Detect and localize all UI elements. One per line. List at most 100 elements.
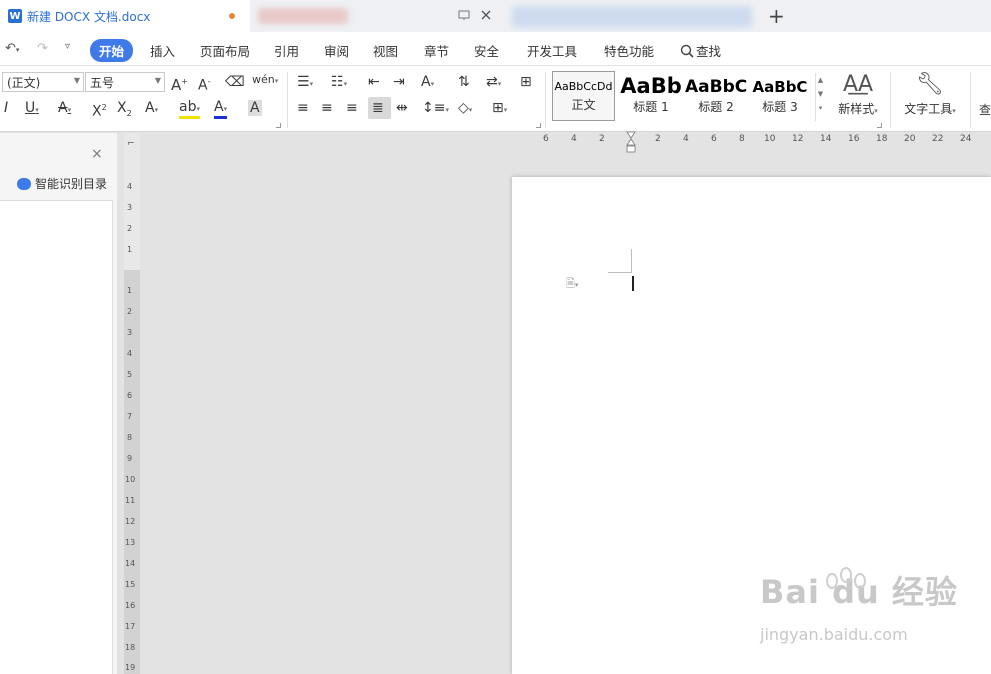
new-tab-button[interactable]: + bbox=[768, 4, 785, 28]
divider bbox=[890, 72, 891, 128]
chevron-down-icon[interactable]: ▼ bbox=[816, 87, 825, 101]
margin-corner-mark bbox=[608, 272, 632, 273]
font-name-value: (正文) bbox=[7, 76, 41, 90]
font-color-icon[interactable]: A▾ bbox=[214, 100, 228, 119]
borders-icon[interactable]: ⊞▾ bbox=[492, 100, 507, 118]
ruler-label: 13 bbox=[125, 538, 136, 547]
smart-toc-button[interactable]: 智能识别目录 bbox=[17, 175, 107, 192]
blurred-tab bbox=[258, 8, 348, 24]
style-label: 正文 bbox=[571, 98, 596, 112]
indent-marker-icon[interactable] bbox=[626, 131, 636, 153]
increase-indent-icon[interactable]: ⇥ bbox=[393, 74, 405, 90]
pin-icon[interactable] bbox=[458, 9, 470, 24]
tab-view[interactable]: 视图 bbox=[373, 41, 398, 60]
show-marks-icon[interactable]: ⇄▾ bbox=[486, 74, 501, 92]
decrease-indent-icon[interactable]: ⇤ bbox=[368, 74, 380, 90]
ruler-label: 15 bbox=[125, 580, 136, 589]
find-replace-partial[interactable]: 查 bbox=[979, 102, 991, 118]
navigation-pane: × 智能识别目录 bbox=[0, 133, 117, 674]
char-shading-icon[interactable]: A bbox=[248, 100, 262, 116]
tab-insert[interactable]: 插入 bbox=[150, 41, 175, 60]
chevron-down-icon: ▼ bbox=[154, 76, 161, 85]
tab-home[interactable]: 开始 bbox=[90, 39, 134, 62]
ruler-label: 2 bbox=[127, 307, 133, 316]
tab-security[interactable]: 安全 bbox=[474, 41, 499, 60]
tab-references[interactable]: 引用 bbox=[274, 41, 299, 60]
vertical-ruler[interactable]: ⌐ 4 3 2 1 1 2 3 4 5 6 7 8 9 10 11 12 13 … bbox=[124, 133, 140, 674]
font-dialog-launcher[interactable] bbox=[276, 123, 281, 128]
grow-font-icon[interactable]: A+ bbox=[171, 74, 188, 93]
justify-icon[interactable]: ≣ bbox=[372, 100, 384, 116]
text-tools-label: 文字工具 bbox=[904, 102, 953, 116]
watermark-url: jingyan.baidu.com bbox=[760, 625, 908, 644]
close-pane-icon[interactable]: × bbox=[91, 146, 103, 162]
chinese-layout-icon[interactable]: A▾ bbox=[421, 74, 434, 92]
new-style-button[interactable]: A͟A 新样式▾ bbox=[833, 72, 883, 117]
style-heading-1[interactable]: AaBb 标题 1 bbox=[619, 71, 683, 121]
sort-icon[interactable]: ⇅ bbox=[458, 74, 470, 90]
ruler-label: 1 bbox=[127, 286, 133, 295]
tab-review[interactable]: 审阅 bbox=[324, 41, 349, 60]
tab-document[interactable]: W 新建 DOCX 文档.docx bbox=[0, 0, 250, 32]
ruler-label: 4 bbox=[683, 134, 689, 144]
customize-toolbar-icon[interactable]: ▿ bbox=[65, 41, 70, 52]
ruler-label: 7 bbox=[127, 412, 133, 421]
align-left-icon[interactable]: ≡ bbox=[297, 100, 309, 116]
ruler-label: 1 bbox=[127, 245, 133, 254]
text-tools-button[interactable]: 🔧︎ 文字工具▾ bbox=[900, 72, 960, 117]
tab-special-features[interactable]: 特色功能 bbox=[604, 41, 654, 60]
distributed-icon[interactable]: ⇹ bbox=[396, 100, 408, 116]
tab-developer[interactable]: 开发工具 bbox=[527, 41, 577, 60]
style-heading-2[interactable]: AaBbC 标题 2 bbox=[685, 71, 747, 121]
search-button[interactable]: 查找 bbox=[680, 41, 721, 60]
style-heading-3[interactable]: AaBbC 标题 3 bbox=[749, 71, 811, 121]
shading-icon[interactable]: ◇▾ bbox=[458, 100, 472, 118]
bullet-list-icon[interactable]: ☰▾ bbox=[297, 74, 313, 92]
subscript-icon[interactable]: X2 bbox=[117, 100, 132, 122]
wrench-icon: 🔧︎ bbox=[916, 72, 944, 97]
align-right-icon[interactable]: ≡ bbox=[346, 100, 358, 116]
menu-bar: ↶▾ ↷ ▿ 开始 插入 页面布局 引用 审阅 视图 章节 安全 开发工具 特色… bbox=[0, 32, 991, 66]
paragraph-handle-icon[interactable]: 🗎︎▾ bbox=[566, 275, 578, 294]
expand-gallery-icon[interactable]: ▾ bbox=[816, 101, 825, 115]
tab-section[interactable]: 章节 bbox=[424, 41, 449, 60]
styles-scroll[interactable]: ▲ ▼ ▾ bbox=[815, 73, 825, 121]
clear-format-icon[interactable]: ⌫ bbox=[225, 74, 245, 90]
font-name-select[interactable]: (正文) ▼ bbox=[2, 72, 84, 92]
ruler-label: 20 bbox=[904, 134, 916, 144]
ruler-label: 17 bbox=[125, 622, 136, 631]
ruler-label: 16 bbox=[125, 601, 136, 610]
ruler-label: 16 bbox=[848, 134, 860, 144]
chevron-down-icon: ▼ bbox=[73, 76, 80, 85]
ruler-label: 6 bbox=[127, 391, 133, 400]
superscript-icon[interactable]: X2 bbox=[92, 100, 107, 120]
ruler-label: 24 bbox=[960, 134, 972, 144]
chevron-up-icon[interactable]: ▲ bbox=[816, 73, 825, 87]
numbered-list-icon[interactable]: ☷▾ bbox=[331, 74, 347, 92]
strikethrough-icon[interactable]: A▾ bbox=[58, 100, 71, 118]
ruler-label: 10 bbox=[125, 475, 136, 484]
toc-list[interactable] bbox=[0, 200, 113, 674]
font-size-select[interactable]: 五号 ▼ bbox=[85, 72, 165, 92]
ruler-label: 14 bbox=[125, 559, 136, 568]
text-effect-icon[interactable]: A▾ bbox=[145, 100, 158, 118]
ruler-label: 6 bbox=[543, 134, 549, 144]
italic-icon[interactable]: I bbox=[4, 100, 8, 116]
line-spacing-icon[interactable]: ↕≡▾ bbox=[422, 100, 449, 118]
underline-icon[interactable]: U▾ bbox=[25, 100, 39, 118]
phonetic-guide-icon[interactable]: wén▾ bbox=[252, 72, 278, 89]
table-layout-icon[interactable]: ⊞ bbox=[520, 74, 532, 90]
ruler-label: 11 bbox=[125, 496, 136, 505]
paragraph-dialog-launcher[interactable] bbox=[536, 123, 541, 128]
shrink-font-icon[interactable]: A- bbox=[198, 74, 210, 94]
wps-writer-icon: W bbox=[8, 9, 22, 23]
undo-icon[interactable]: ↶▾ bbox=[5, 41, 19, 56]
align-center-icon[interactable]: ≡ bbox=[321, 100, 333, 116]
tab-page-layout[interactable]: 页面布局 bbox=[200, 41, 250, 60]
style-normal[interactable]: AaBbCcDd 正文 bbox=[552, 71, 615, 121]
close-tab-icon[interactable] bbox=[480, 9, 492, 24]
highlight-icon[interactable]: ab▾ bbox=[179, 100, 200, 119]
redo-icon[interactable]: ↷ bbox=[37, 41, 48, 56]
styles-dialog-launcher[interactable] bbox=[877, 123, 882, 128]
style-label: 标题 3 bbox=[762, 100, 798, 114]
